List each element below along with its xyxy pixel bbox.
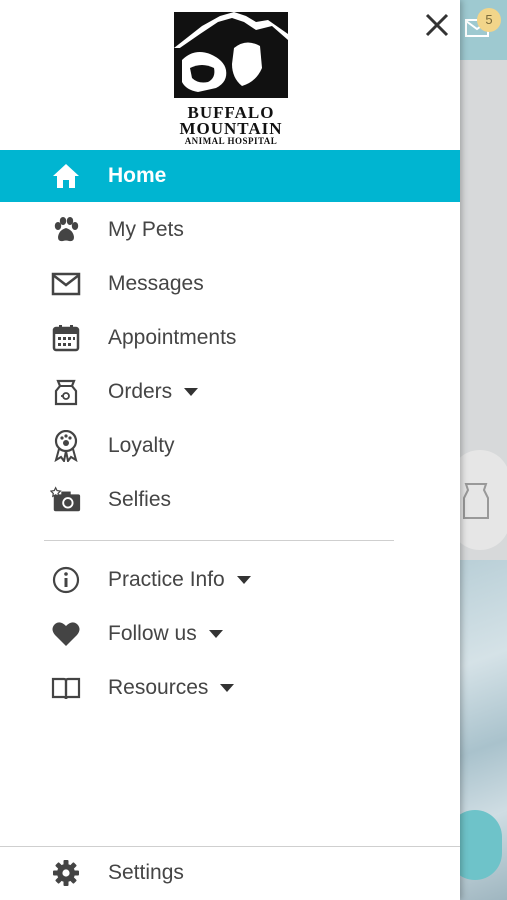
home-icon (50, 162, 82, 190)
brand-line-3: ANIMAL HOSPITAL (184, 136, 278, 146)
brand-line-2: MOUNTAIN (179, 119, 283, 138)
paw-icon (50, 216, 82, 244)
menu-item-home[interactable]: Home (0, 150, 460, 202)
background-mail-badge: 5 (477, 8, 501, 32)
mail-icon (50, 270, 82, 298)
menu-item-appointments[interactable]: Appointments (0, 312, 460, 364)
loyalty-ribbon-icon (50, 430, 82, 462)
chevron-down-icon (220, 684, 235, 693)
menu-item-resources[interactable]: Resources (0, 662, 460, 714)
menu-item-loyalty[interactable]: Loyalty (0, 420, 460, 472)
menu-item-label: Loyalty (108, 434, 175, 457)
menu-item-label: Messages (108, 272, 204, 295)
book-icon (50, 674, 82, 702)
chevron-down-icon (208, 630, 223, 639)
menu-item-selfies[interactable]: Selfies (0, 474, 460, 526)
menu-item-practice-info[interactable]: Practice Info (0, 554, 460, 606)
info-icon (50, 566, 82, 594)
background-top-bar: 5 (460, 0, 507, 60)
menu-item-orders[interactable]: Orders (0, 366, 460, 418)
heart-icon (50, 620, 82, 648)
menu-item-label: My Pets (108, 218, 184, 241)
menu-item-label: Home (108, 164, 167, 187)
menu-item-my-pets[interactable]: My Pets (0, 204, 460, 256)
background-fab (460, 810, 502, 880)
menu-item-label: Orders (108, 380, 199, 404)
menu-item-label: Follow us (108, 622, 223, 646)
background-app: 5 (460, 0, 507, 900)
camera-icon (50, 486, 82, 514)
menu-item-messages[interactable]: Messages (0, 258, 460, 310)
mountain-dog-emblem (174, 12, 288, 98)
menu-item-label: Appointments (108, 326, 237, 349)
chevron-down-icon (184, 388, 199, 397)
menu-item-label: Settings (108, 861, 184, 884)
menu-divider (44, 540, 394, 541)
calendar-icon (50, 324, 82, 352)
menu-item-label: Practice Info (108, 568, 251, 592)
buffalo-mountain-logo: BUFFALO MOUNTAIN ANIMAL HOSPITAL (172, 8, 290, 146)
navigation-drawer: BUFFALO MOUNTAIN ANIMAL HOSPITAL Home My… (0, 0, 460, 900)
menu-item-label: Resources (108, 676, 235, 700)
chevron-down-icon (236, 576, 251, 585)
menu-item-settings[interactable]: Settings (0, 847, 460, 899)
menu-item-follow-us[interactable]: Follow us (0, 608, 460, 660)
background-circle-button (460, 450, 507, 550)
close-icon[interactable] (420, 8, 454, 42)
gear-icon (50, 859, 82, 887)
menu-item-label: Selfies (108, 488, 172, 511)
pet-food-bag-icon (50, 378, 82, 406)
